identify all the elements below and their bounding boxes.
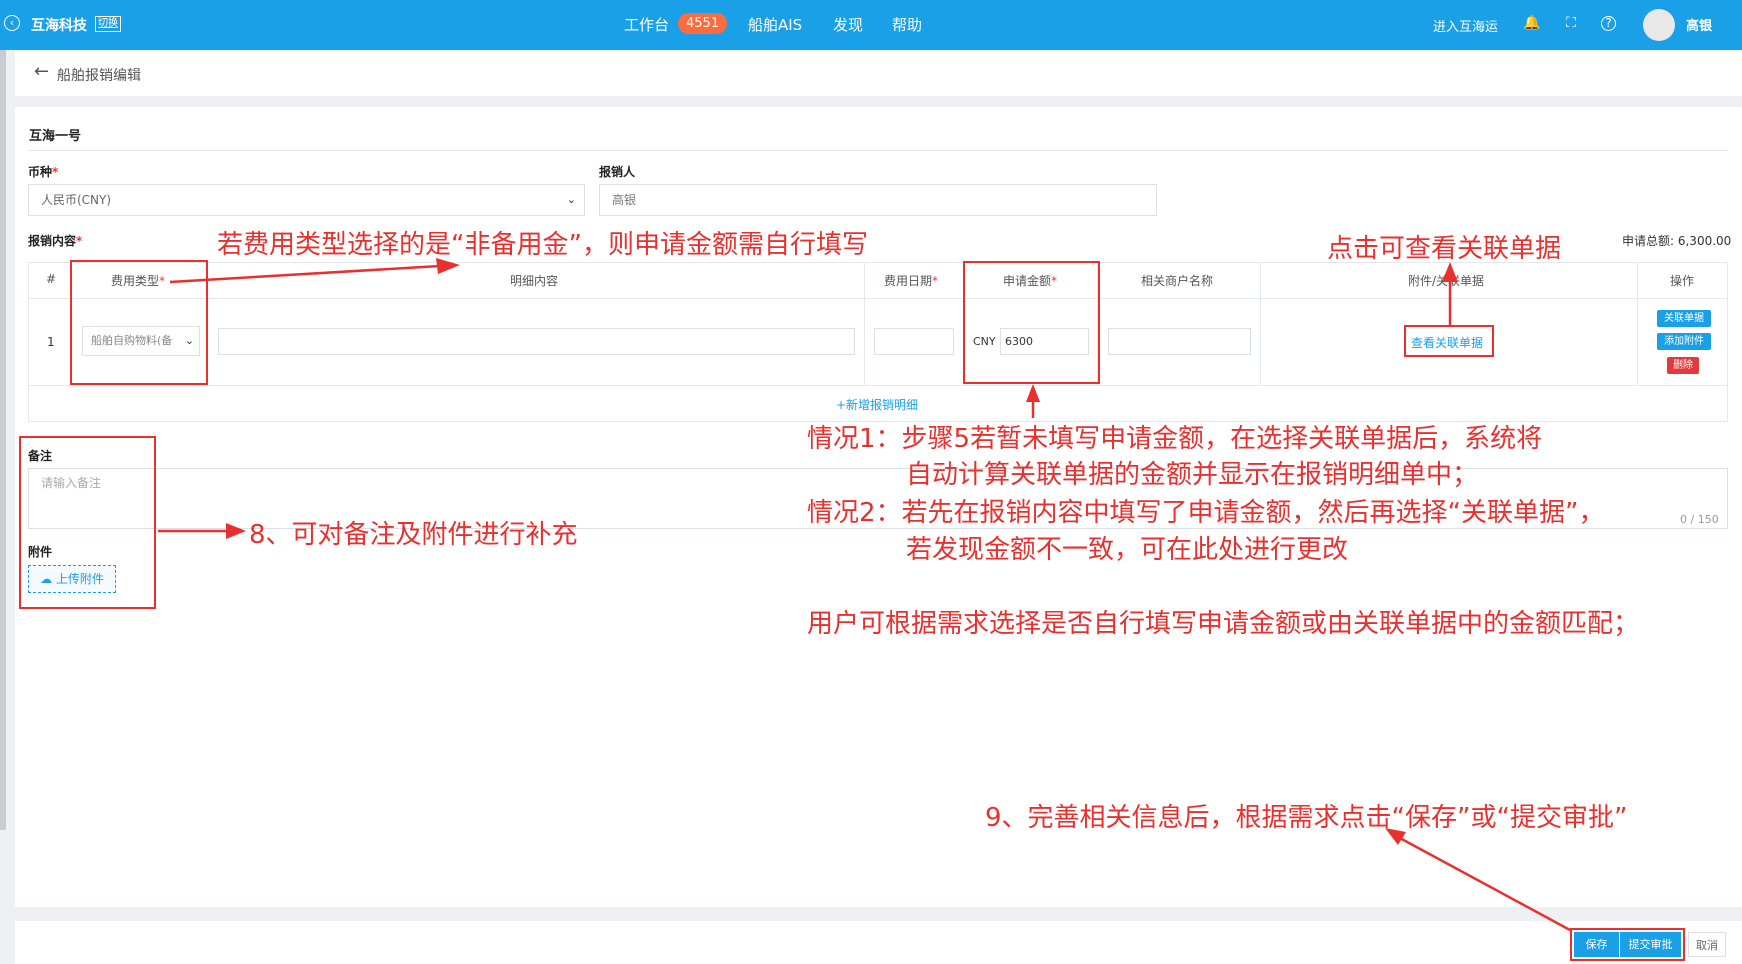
annotation-arrows [158,258,1571,932]
arrow-fee-type [169,264,441,284]
arrow-step9 [1397,835,1571,932]
